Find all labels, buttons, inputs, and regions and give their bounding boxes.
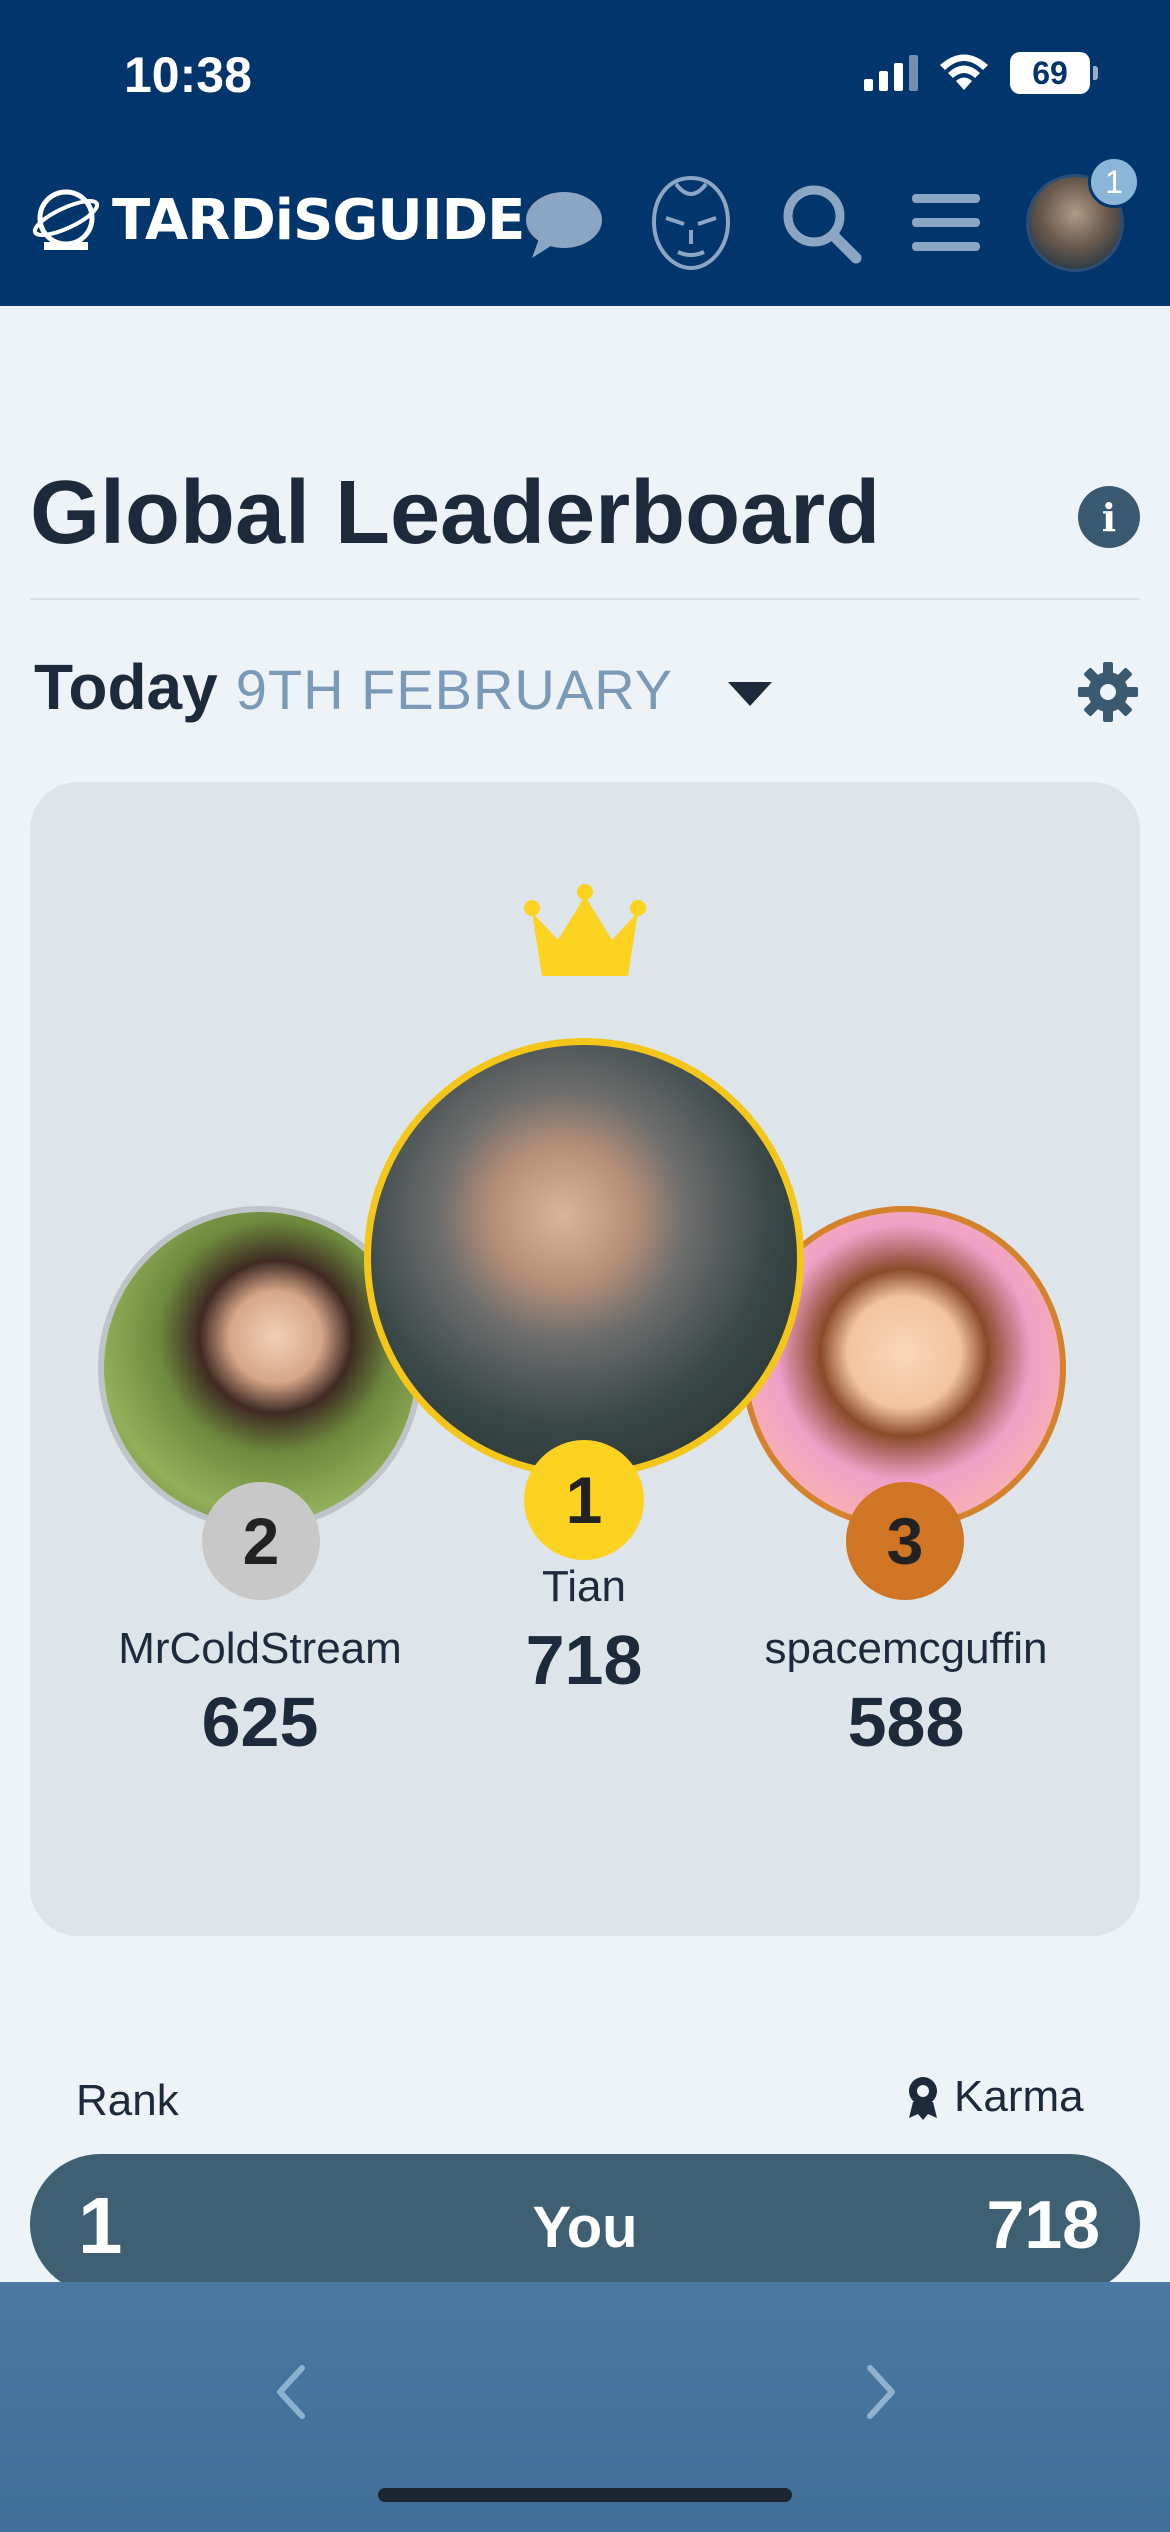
first-place-avatar[interactable] bbox=[364, 1038, 804, 1478]
crown-icon bbox=[524, 884, 646, 976]
home-indicator[interactable] bbox=[378, 2488, 792, 2502]
chevron-left-icon[interactable] bbox=[270, 2362, 310, 2422]
date-label: Today bbox=[34, 651, 218, 723]
my-rank-row[interactable]: 1 You 718 bbox=[30, 2154, 1140, 2294]
rank-column-header: Rank bbox=[76, 2076, 179, 2125]
third-place-name[interactable]: spacemcguffin bbox=[726, 1624, 1086, 1674]
first-place-rank-badge: 1 bbox=[524, 1440, 644, 1560]
top-bar: 10:38 69 TARDiSGUIDE 1 bbox=[0, 0, 1170, 306]
gear-icon[interactable] bbox=[1076, 660, 1140, 724]
main-nav: TARDiSGUIDE 1 bbox=[0, 156, 1170, 280]
podium-card: 2 1 3 MrColdStream 625 Tian 718 spacemcg… bbox=[30, 782, 1140, 1936]
status-time: 10:38 bbox=[124, 47, 252, 103]
menu-icon[interactable] bbox=[910, 190, 982, 256]
karma-header-label: Karma bbox=[954, 2072, 1084, 2121]
award-icon bbox=[909, 2077, 937, 2120]
logo-text: TARDiSGUIDE bbox=[112, 187, 525, 253]
signal-icon bbox=[864, 55, 918, 91]
notification-badge[interactable]: 1 bbox=[1088, 156, 1140, 208]
my-name: You bbox=[532, 2195, 638, 2260]
logo-emblem-icon bbox=[32, 189, 100, 250]
villain-face-icon[interactable] bbox=[646, 174, 736, 272]
first-place-name[interactable]: Tian bbox=[404, 1562, 764, 1612]
my-score: 718 bbox=[986, 2187, 1100, 2263]
info-icon[interactable]: i bbox=[1078, 486, 1140, 548]
site-logo[interactable]: TARDiSGUIDE bbox=[30, 184, 525, 256]
chevron-down-icon[interactable] bbox=[728, 682, 772, 706]
date-value: 9TH FEBRUARY bbox=[235, 658, 673, 721]
battery-indicator: 69 bbox=[1010, 52, 1098, 94]
status-icons: 69 bbox=[864, 52, 1098, 94]
second-place-rank-badge: 2 bbox=[202, 1482, 320, 1600]
karma-column-header: Karma bbox=[904, 2072, 1084, 2122]
chevron-right-icon[interactable] bbox=[862, 2362, 902, 2422]
search-icon[interactable] bbox=[780, 182, 862, 264]
title-divider bbox=[30, 598, 1140, 600]
chat-icon[interactable] bbox=[520, 188, 604, 260]
second-place-score: 625 bbox=[201, 1683, 319, 1761]
first-place-score: 718 bbox=[525, 1621, 643, 1699]
second-place-name[interactable]: MrColdStream bbox=[80, 1624, 440, 1674]
third-place-score: 588 bbox=[847, 1683, 965, 1761]
third-place-rank-badge: 3 bbox=[846, 1482, 964, 1600]
wifi-icon bbox=[940, 54, 988, 90]
page-title: Global Leaderboard bbox=[30, 463, 881, 563]
date-selector[interactable]: Today 9TH FEBRUARY bbox=[34, 650, 673, 724]
